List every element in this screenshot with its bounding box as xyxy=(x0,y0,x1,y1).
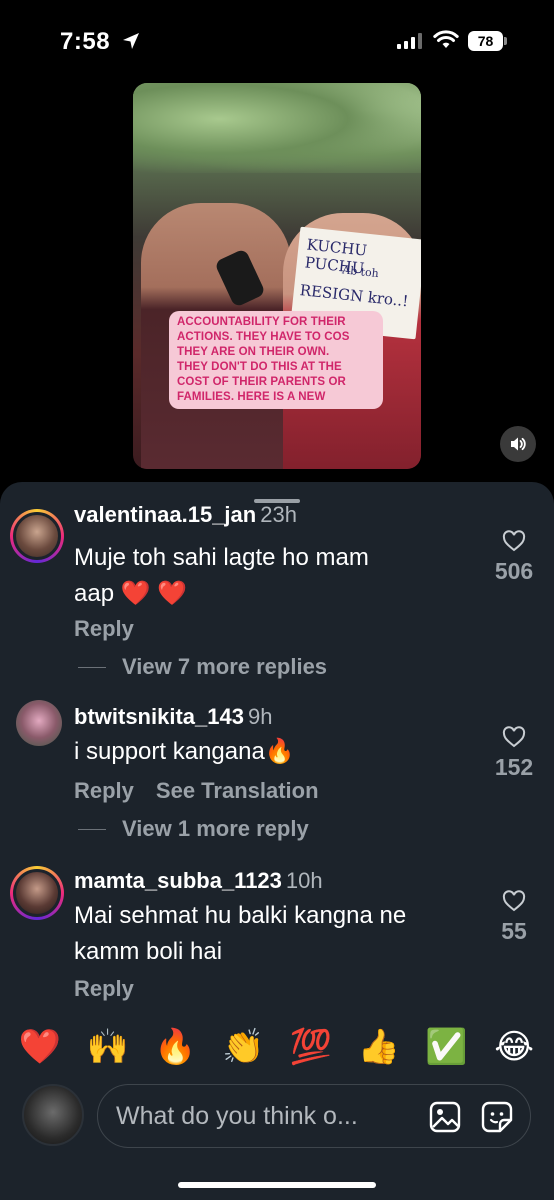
comment-input[interactable]: What do you think o... xyxy=(97,1084,531,1148)
caption-line: ACTIONS. THEY HAVE TO COS xyxy=(177,331,350,343)
view-more-replies-button[interactable]: View 7 more replies xyxy=(78,654,327,680)
comment-actions: Reply xyxy=(74,976,134,1002)
caption-line: THEY ARE ON THEIR OWN. xyxy=(177,346,330,358)
location-arrow-icon xyxy=(123,33,139,49)
video-caption: ACCOUNTABILITY FOR THEIR ACTIONS. THEY H… xyxy=(169,311,383,409)
like-count: 55 xyxy=(501,918,527,944)
home-indicator[interactable] xyxy=(178,1182,376,1188)
reply-button[interactable]: Reply xyxy=(74,778,134,803)
speaker-icon xyxy=(511,437,526,451)
comment-username[interactable]: valentinaa.15_jan 23h xyxy=(74,502,297,528)
caption-line: FAMILIES. HERE IS A NEW xyxy=(177,391,326,403)
emoji-hundred[interactable]: 💯 xyxy=(286,1022,336,1072)
battery-level: 78 xyxy=(468,31,503,51)
comment-text: Muje toh sahi lagte ho mam aap ❤️ ❤️ xyxy=(74,544,369,607)
like-count: 152 xyxy=(494,754,534,780)
sign-line: RESIGN kro..! xyxy=(299,281,410,311)
emoji-clapping-hands[interactable]: 👏 xyxy=(218,1022,268,1072)
emoji-tears-of-joy[interactable]: 😂 xyxy=(489,1022,539,1072)
avatar[interactable] xyxy=(16,700,62,746)
caption-line: ACCOUNTABILITY FOR THEIR xyxy=(177,316,346,328)
see-translation-button[interactable]: See Translation xyxy=(156,778,319,803)
like-button[interactable]: 152 xyxy=(484,726,544,781)
image-icon[interactable] xyxy=(428,1100,462,1134)
like-count: 506 xyxy=(494,558,534,584)
comment-text: i support kangana🔥 xyxy=(74,738,295,765)
view-more-replies-button[interactable]: View 1 more reply xyxy=(78,816,309,842)
video-background xyxy=(133,83,421,173)
comment-item: btwitsnikita_143 9h i support kangana🔥 Re… xyxy=(0,700,554,860)
like-button[interactable]: 506 xyxy=(484,530,544,585)
mute-button[interactable] xyxy=(500,426,536,462)
reply-button[interactable]: Reply xyxy=(74,616,134,641)
comment-time: 23h xyxy=(260,502,297,527)
signal-icon xyxy=(397,33,422,49)
comment-item: valentinaa.15_jan 23h Muje toh sahi lagte… xyxy=(0,502,554,696)
comment-time: 10h xyxy=(285,868,323,893)
comment-username[interactable]: btwitsnikita_143 9h xyxy=(74,704,272,730)
comment-time: 9h xyxy=(247,704,273,729)
caption-line: COST OF THEIR PARENTS OR xyxy=(177,376,346,388)
comment-item: mamta_subba_1123 10h Mai sehmat hu balki … xyxy=(0,864,554,1014)
comment-text: Mai sehmat hu balki kangna ne kamm boli … xyxy=(74,902,407,965)
wifi-icon xyxy=(433,30,459,48)
caption-line: THEY DON'T DO THIS AT THE xyxy=(177,361,342,373)
emoji-quick-bar: ❤️ 🙌 🔥 👏 💯 👍 ✅ 😂 xyxy=(0,1020,554,1074)
comment-username[interactable]: mamta_subba_1123 10h xyxy=(74,868,323,894)
emoji-thumbs-up[interactable]: 👍 xyxy=(354,1022,404,1072)
emoji-raising-hands[interactable]: 🙌 xyxy=(83,1022,133,1072)
sign-line: Ab toh xyxy=(341,263,380,281)
like-button[interactable]: 55 xyxy=(484,890,544,945)
reply-button[interactable]: Reply xyxy=(74,976,134,1001)
heart-icon xyxy=(502,890,526,912)
current-user-avatar xyxy=(22,1084,84,1146)
emoji-check-mark[interactable]: ✅ xyxy=(421,1022,471,1072)
comment-input-placeholder: What do you think o... xyxy=(116,1102,358,1130)
status-bar: 7:58 78 xyxy=(0,0,554,80)
heart-icon xyxy=(502,530,526,552)
emoji-red-heart[interactable]: ❤️ xyxy=(15,1022,65,1072)
comment-actions: Reply See Translation xyxy=(74,778,319,804)
status-time: 7:58 xyxy=(60,28,111,55)
battery-icon: 78 xyxy=(468,31,508,51)
avatar[interactable] xyxy=(10,509,64,563)
comment-actions: Reply xyxy=(74,616,134,642)
video-player[interactable]: KUCHU PUCHU Ab toh RESIGN kro..! ACCOUNT… xyxy=(133,83,421,469)
sticker-icon[interactable] xyxy=(480,1100,514,1134)
heart-icon xyxy=(502,726,526,748)
emoji-fire[interactable]: 🔥 xyxy=(150,1022,200,1072)
avatar[interactable] xyxy=(10,866,64,920)
